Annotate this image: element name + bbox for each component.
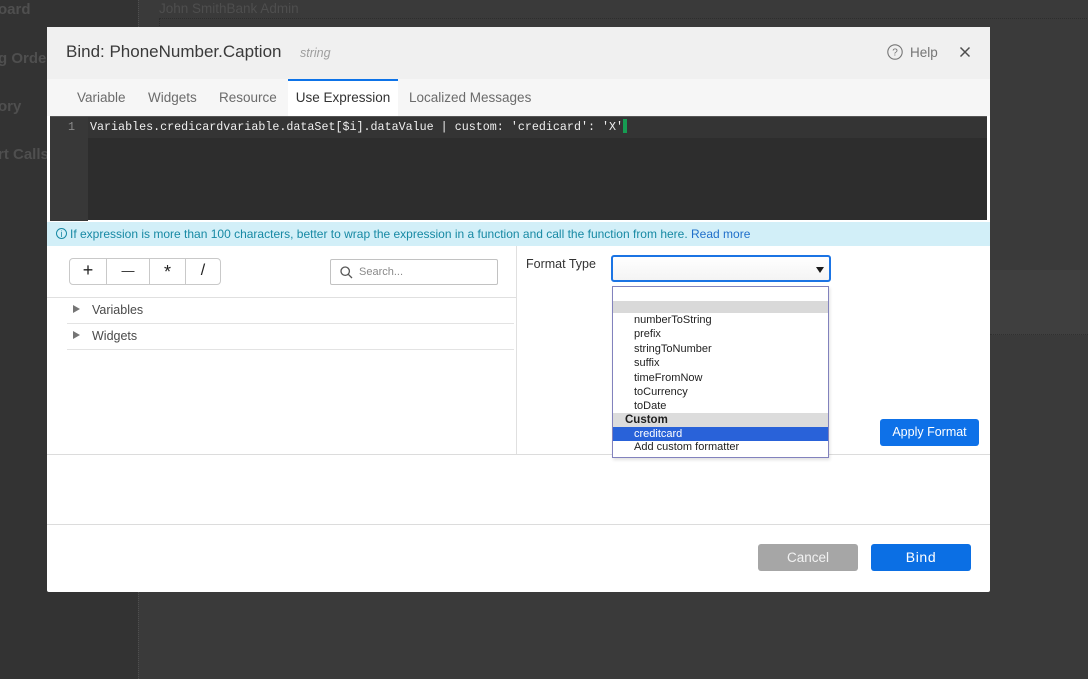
- svg-text:?: ?: [892, 48, 898, 59]
